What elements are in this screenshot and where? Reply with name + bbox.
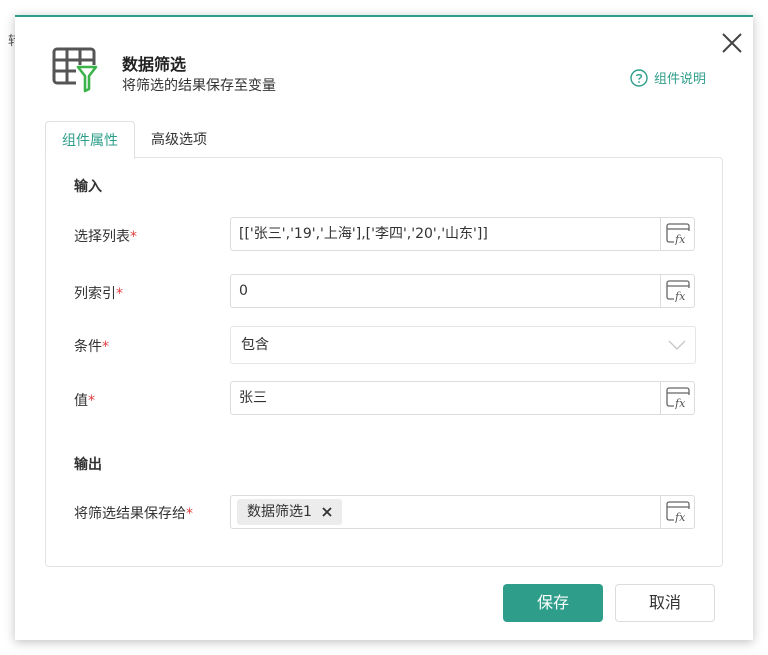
condition-selected-value: 包含: [241, 337, 269, 353]
function-fx-icon[interactable]: fx: [660, 495, 695, 529]
save-to-variable-input[interactable]: 数据筛选1: [230, 495, 661, 529]
help-link[interactable]: 组件说明: [630, 68, 706, 87]
table-filter-icon: [52, 47, 98, 93]
properties-panel: 输入 选择列表* [['张三','19','上海'],['李四','20','山…: [45, 157, 723, 567]
required-mark: *: [88, 393, 95, 409]
question-circle-icon: [630, 68, 648, 87]
save-to-label: 将筛选结果保存给*: [74, 506, 193, 522]
tab-component-properties[interactable]: 组件属性: [45, 121, 135, 159]
data-filter-dialog: 数据筛选 将筛选的结果保存至变量 组件说明 组件属性 高级选项 输入 选择列表*…: [15, 15, 753, 640]
dialog-subtitle: 将筛选的结果保存至变量: [122, 78, 276, 94]
svg-text:fx: fx: [674, 233, 686, 245]
required-mark: *: [130, 229, 137, 245]
value-input[interactable]: 张三: [230, 381, 661, 415]
cancel-button[interactable]: 取消: [615, 584, 715, 622]
help-link-label: 组件说明: [654, 72, 707, 87]
save-button[interactable]: 保存: [503, 584, 603, 622]
select-list-label: 选择列表*: [74, 229, 137, 245]
x-icon[interactable]: [322, 507, 332, 517]
svg-text:fx: fx: [674, 290, 686, 302]
close-icon[interactable]: [720, 31, 744, 55]
dialog-title: 数据筛选: [122, 55, 187, 74]
input-section-label: 输入: [74, 179, 102, 195]
select-list-input[interactable]: [['张三','19','上海'],['李四','20','山东']]: [230, 217, 661, 251]
tab-bar: 组件属性 高级选项: [45, 121, 223, 159]
function-fx-icon[interactable]: fx: [660, 217, 695, 251]
variable-tag: 数据筛选1: [237, 499, 342, 525]
function-fx-icon[interactable]: fx: [660, 381, 695, 415]
function-fx-icon[interactable]: fx: [660, 274, 695, 308]
chevron-down-icon: [668, 340, 686, 350]
column-index-label: 列索引*: [74, 286, 123, 302]
required-mark: *: [102, 339, 109, 355]
output-section-label: 输出: [74, 457, 102, 473]
variable-tag-label: 数据筛选1: [247, 504, 312, 520]
svg-text:fx: fx: [674, 397, 686, 409]
required-mark: *: [116, 286, 123, 302]
column-index-input[interactable]: 0: [230, 274, 661, 308]
condition-select[interactable]: 包含: [230, 326, 696, 364]
svg-text:fx: fx: [674, 511, 686, 523]
value-label: 值*: [74, 393, 95, 409]
condition-label: 条件*: [74, 339, 109, 355]
required-mark: *: [186, 506, 193, 522]
tab-advanced-options[interactable]: 高级选项: [135, 121, 223, 159]
